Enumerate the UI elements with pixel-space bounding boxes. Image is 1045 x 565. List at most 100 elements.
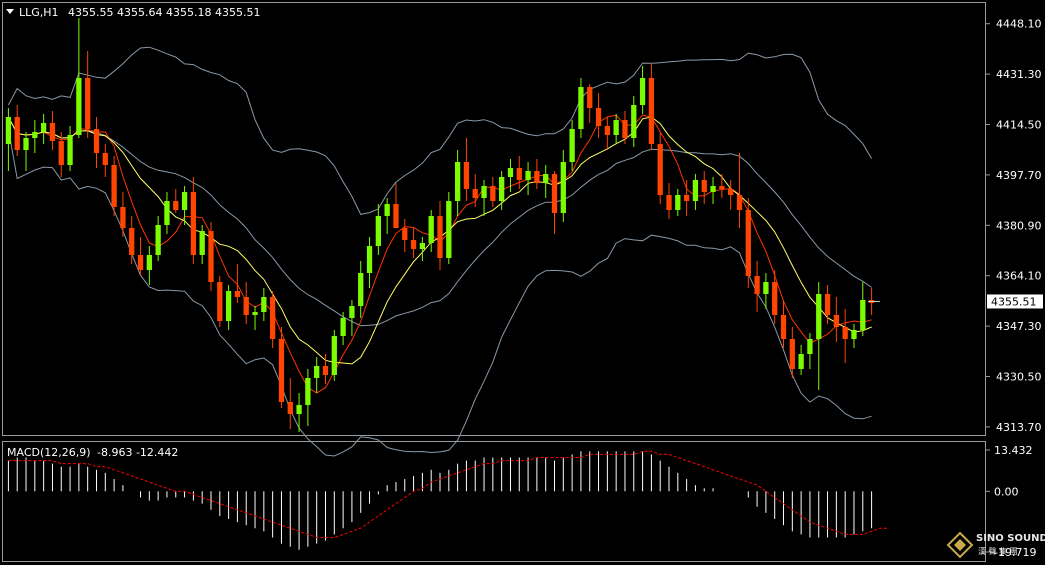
candle	[76, 18, 82, 138]
upper-band-line	[7, 46, 873, 215]
candle-body	[472, 189, 478, 198]
candle-body	[772, 282, 778, 315]
current-price-text: 4355.51	[991, 295, 1037, 308]
candle-body	[85, 78, 91, 129]
candle-body	[49, 123, 56, 141]
candle-body	[155, 225, 161, 255]
candle-body	[745, 210, 751, 276]
candle	[384, 198, 390, 234]
candle-body	[393, 204, 399, 228]
macd-label: MACD(12,26,9)	[7, 446, 91, 459]
candle	[446, 192, 452, 264]
candle-body	[322, 366, 329, 375]
candle-body	[446, 201, 452, 258]
candle-body	[657, 144, 663, 195]
candle-body	[710, 186, 716, 192]
candle	[851, 324, 857, 348]
candle-body	[252, 312, 258, 315]
candle	[639, 66, 646, 114]
candle	[164, 192, 170, 234]
candle	[736, 153, 743, 228]
candle-body	[287, 402, 293, 414]
candle-body	[736, 195, 743, 210]
macd-header: MACD(12,26,9) -8.963 -12.442	[7, 446, 178, 459]
candle	[85, 51, 91, 138]
candle	[419, 237, 426, 261]
candle-body	[375, 216, 381, 246]
candle-body	[807, 339, 813, 354]
candle-body	[137, 255, 144, 270]
dropdown-triangle-icon[interactable]	[6, 9, 14, 14]
candle	[270, 291, 276, 348]
candle	[102, 144, 108, 177]
candle	[14, 105, 20, 156]
price-tick-label: 4431.30	[996, 68, 1042, 81]
candle-body	[428, 216, 434, 243]
candle-body	[225, 291, 232, 321]
candle-body	[199, 231, 205, 255]
candle	[120, 192, 126, 237]
candle-body	[851, 330, 857, 339]
candle-body	[789, 339, 795, 369]
candle-body	[410, 240, 417, 249]
candle-body	[842, 327, 848, 339]
candle	[613, 114, 619, 144]
candle-body	[340, 318, 346, 336]
candle	[604, 117, 610, 150]
candle-body	[675, 195, 681, 210]
candle	[816, 282, 822, 390]
candle	[129, 216, 135, 264]
candle-body	[613, 120, 619, 135]
chart-canvas[interactable]: LLG,H1 4355.55 4355.64 4355.18 4355.51 M…	[0, 0, 1045, 565]
candle	[719, 174, 725, 198]
candle	[358, 261, 364, 318]
price-tick-label: 4364.10	[996, 270, 1042, 283]
candle	[683, 180, 690, 216]
candle-body	[816, 294, 822, 339]
candle	[842, 309, 848, 363]
price-tick-label: 4448.10	[996, 18, 1042, 31]
candle-body	[648, 78, 655, 144]
candle-body	[701, 180, 707, 192]
candle	[217, 276, 223, 327]
candle-body	[243, 297, 249, 315]
candle	[745, 198, 751, 288]
candle	[833, 297, 840, 342]
candles	[5, 18, 875, 432]
candle	[525, 162, 531, 195]
candle-body	[366, 246, 373, 273]
candle	[463, 138, 470, 201]
candle-body	[798, 354, 804, 369]
candle-body	[754, 276, 760, 294]
candle-body	[437, 216, 443, 258]
candle-body	[587, 87, 593, 108]
candle-body	[402, 228, 408, 240]
candle-body	[270, 297, 276, 339]
candle-body	[780, 315, 787, 339]
candle-body	[111, 165, 117, 207]
candle-body	[58, 141, 64, 165]
candle-body	[490, 186, 496, 201]
candle	[375, 204, 381, 255]
price-tick-label: 4347.30	[996, 320, 1042, 333]
candle-body	[234, 291, 241, 297]
candle-body	[358, 273, 364, 306]
candle-body	[543, 174, 549, 183]
candle-body	[666, 195, 672, 210]
candle	[190, 177, 197, 264]
candle-body	[349, 306, 355, 318]
candle-body	[296, 405, 302, 414]
price-tick-label: 4397.70	[996, 169, 1042, 182]
watermark-brand: SINO SOUND	[976, 533, 1045, 544]
candle	[278, 327, 285, 408]
candle	[516, 156, 522, 189]
candle	[543, 165, 549, 198]
candle	[49, 111, 56, 150]
candle	[666, 183, 672, 219]
candle	[208, 222, 214, 291]
candle-body	[551, 174, 558, 213]
candle	[490, 177, 496, 207]
candle-body	[499, 177, 505, 201]
candle	[437, 201, 443, 270]
candle-body	[639, 78, 646, 105]
